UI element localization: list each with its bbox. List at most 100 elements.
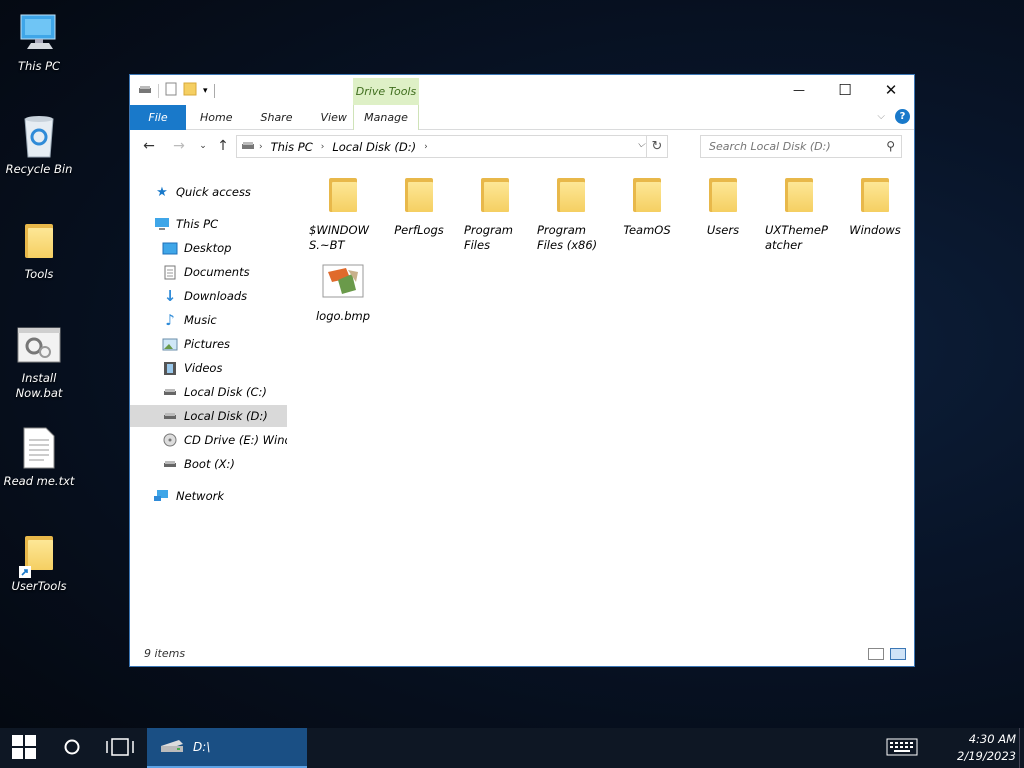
desktop-icon-this-pc[interactable]: This PC (1, 10, 77, 74)
recent-locations-icon[interactable]: ⌄ (194, 141, 212, 151)
desktop-icon-label: Tools (24, 267, 54, 281)
maximize-button[interactable]: ☐ (822, 75, 868, 105)
navigation-row: ← → ⌄ ↑ › This PC › Local Disk (D:) › ⌵ … (130, 132, 914, 162)
nav-this-pc[interactable]: This PC (154, 213, 218, 235)
desktop-icon-label: Recycle Bin (5, 162, 73, 176)
start-button[interactable] (0, 728, 48, 768)
tab-home[interactable]: Home (186, 105, 246, 130)
clock[interactable]: 4:30 AM 2/19/2023 (948, 731, 1016, 765)
file-item-program-files[interactable]: Program Files (457, 171, 533, 253)
monitor-icon (154, 216, 170, 232)
nav-cd-drive-e[interactable]: CD Drive (E:) Windo (162, 429, 287, 451)
desktop-icon-tools[interactable]: Tools (1, 218, 77, 282)
file-name: Users (706, 223, 740, 237)
close-button[interactable]: ✕ (868, 75, 914, 105)
tab-share[interactable]: Share (246, 105, 306, 130)
new-folder-icon[interactable] (183, 82, 197, 99)
file-item-windows-bt[interactable]: $WINDOWS.~BT (305, 171, 381, 253)
nav-label: Documents (184, 265, 250, 279)
desktop-icon-label: UserTools (11, 579, 67, 593)
up-arrow-icon[interactable]: ↑ (214, 138, 232, 154)
drive-tools-context-label: Drive Tools (353, 78, 419, 105)
chevron-right-icon[interactable]: › (321, 142, 325, 152)
nav-local-disk-c[interactable]: Local Disk (C:) (162, 381, 267, 403)
title-bar: ▾ Drive Tools — ☐ ✕ (130, 75, 914, 105)
drive-icon (241, 140, 255, 154)
drive-icon (159, 738, 185, 757)
chevron-down-icon[interactable]: ⌵ (637, 139, 645, 150)
file-name: Program Files (x86) (537, 223, 598, 252)
minimize-button[interactable]: — (776, 75, 822, 105)
desktop-icon-usertools[interactable]: UserTools (1, 530, 77, 594)
back-arrow-icon[interactable]: ← (140, 138, 158, 154)
file-item-logo-bmp[interactable]: logo.bmp (305, 257, 381, 324)
divider (213, 83, 215, 98)
taskbar-app-explorer[interactable]: D:\ (147, 728, 307, 768)
search-circle-button[interactable] (48, 728, 96, 768)
file-item-perflogs[interactable]: PerfLogs (381, 171, 457, 238)
file-name: TeamOS (623, 223, 671, 237)
address-bar[interactable]: › This PC › Local Disk (D:) › ⌵ ↻ (236, 135, 668, 158)
search-icon[interactable]: ⚲ (886, 139, 895, 153)
drive-icon (138, 84, 152, 98)
search-box[interactable]: ⚲ (700, 135, 902, 158)
nav-label: Pictures (184, 337, 231, 351)
nav-music[interactable]: ♪ Music (162, 309, 217, 331)
desktop-icon-read-me[interactable]: Read me.txt (1, 425, 77, 489)
nav-documents[interactable]: Documents (162, 261, 250, 283)
clock-date: 2/19/2023 (957, 749, 1016, 763)
nav-label: Local Disk (D:) (184, 409, 268, 423)
large-icons-view-button[interactable] (890, 648, 906, 660)
recycle-bin-icon (17, 113, 61, 159)
nav-label: Boot (X:) (184, 457, 235, 471)
search-input[interactable] (709, 140, 879, 153)
file-name: Windows (849, 223, 901, 237)
ribbon-tabs: File Home Share View Manage (130, 105, 914, 130)
desktop-icon-install-now[interactable]: Install Now.bat (1, 322, 77, 401)
navigation-pane: ★ Quick access This PC Desktop Documents… (130, 171, 287, 641)
forward-arrow-icon[interactable]: → (170, 138, 188, 154)
nav-pictures[interactable]: Pictures (162, 333, 230, 355)
folder-icon (395, 171, 443, 219)
breadcrumb-this-pc[interactable]: This PC (271, 140, 313, 154)
taskbar: D:\ 4:30 AM 2/19/2023 (0, 728, 1024, 768)
tab-file[interactable]: File (130, 105, 186, 130)
properties-icon[interactable] (165, 82, 177, 99)
monitor-icon (17, 10, 61, 56)
nav-network[interactable]: Network (154, 485, 224, 507)
folder-icon (471, 171, 519, 219)
tab-manage[interactable]: Manage (353, 105, 419, 130)
expand-ribbon-icon[interactable]: ⌵ (877, 111, 885, 122)
folder-icon (319, 171, 367, 219)
chevron-right-icon[interactable]: › (259, 142, 263, 152)
nav-downloads[interactable]: ↓ Downloads (162, 285, 247, 307)
file-item-uxthemepatcher[interactable]: UXThemePatcher (761, 171, 837, 253)
file-item-teamos[interactable]: TeamOS (609, 171, 685, 238)
nav-local-disk-d[interactable]: Local Disk (D:) (130, 405, 287, 427)
touch-keyboard-icon[interactable] (886, 738, 918, 756)
file-item-program-files-x86[interactable]: Program Files (x86) (533, 171, 609, 253)
help-icon[interactable]: ? (895, 109, 910, 124)
chevron-right-icon[interactable]: › (424, 142, 428, 152)
cd-drive-icon (162, 432, 178, 448)
file-item-users[interactable]: Users (685, 171, 761, 238)
folder-icon (699, 171, 747, 219)
nav-boot-x[interactable]: Boot (X:) (162, 453, 235, 475)
refresh-icon[interactable]: ↻ (646, 136, 667, 157)
file-item-windows[interactable]: Windows (837, 171, 913, 238)
desktop-icon-label: Install Now.bat (15, 371, 63, 400)
nav-label: Videos (184, 361, 223, 375)
customize-qat-icon[interactable]: ▾ (203, 86, 208, 96)
nav-quick-access[interactable]: ★ Quick access (154, 181, 251, 203)
divider (158, 83, 159, 98)
file-name: $WINDOWS.~BT (309, 223, 369, 252)
nav-desktop[interactable]: Desktop (162, 237, 231, 259)
show-desktop-button[interactable] (1019, 728, 1024, 768)
nav-label: Desktop (184, 241, 232, 255)
desktop-icon-label: Read me.txt (3, 474, 75, 488)
desktop-icon-recycle-bin[interactable]: Recycle Bin (1, 113, 77, 177)
task-view-button[interactable] (96, 728, 144, 768)
details-view-button[interactable] (868, 648, 884, 660)
breadcrumb-local-disk-d[interactable]: Local Disk (D:) (332, 140, 416, 154)
nav-videos[interactable]: Videos (162, 357, 222, 379)
